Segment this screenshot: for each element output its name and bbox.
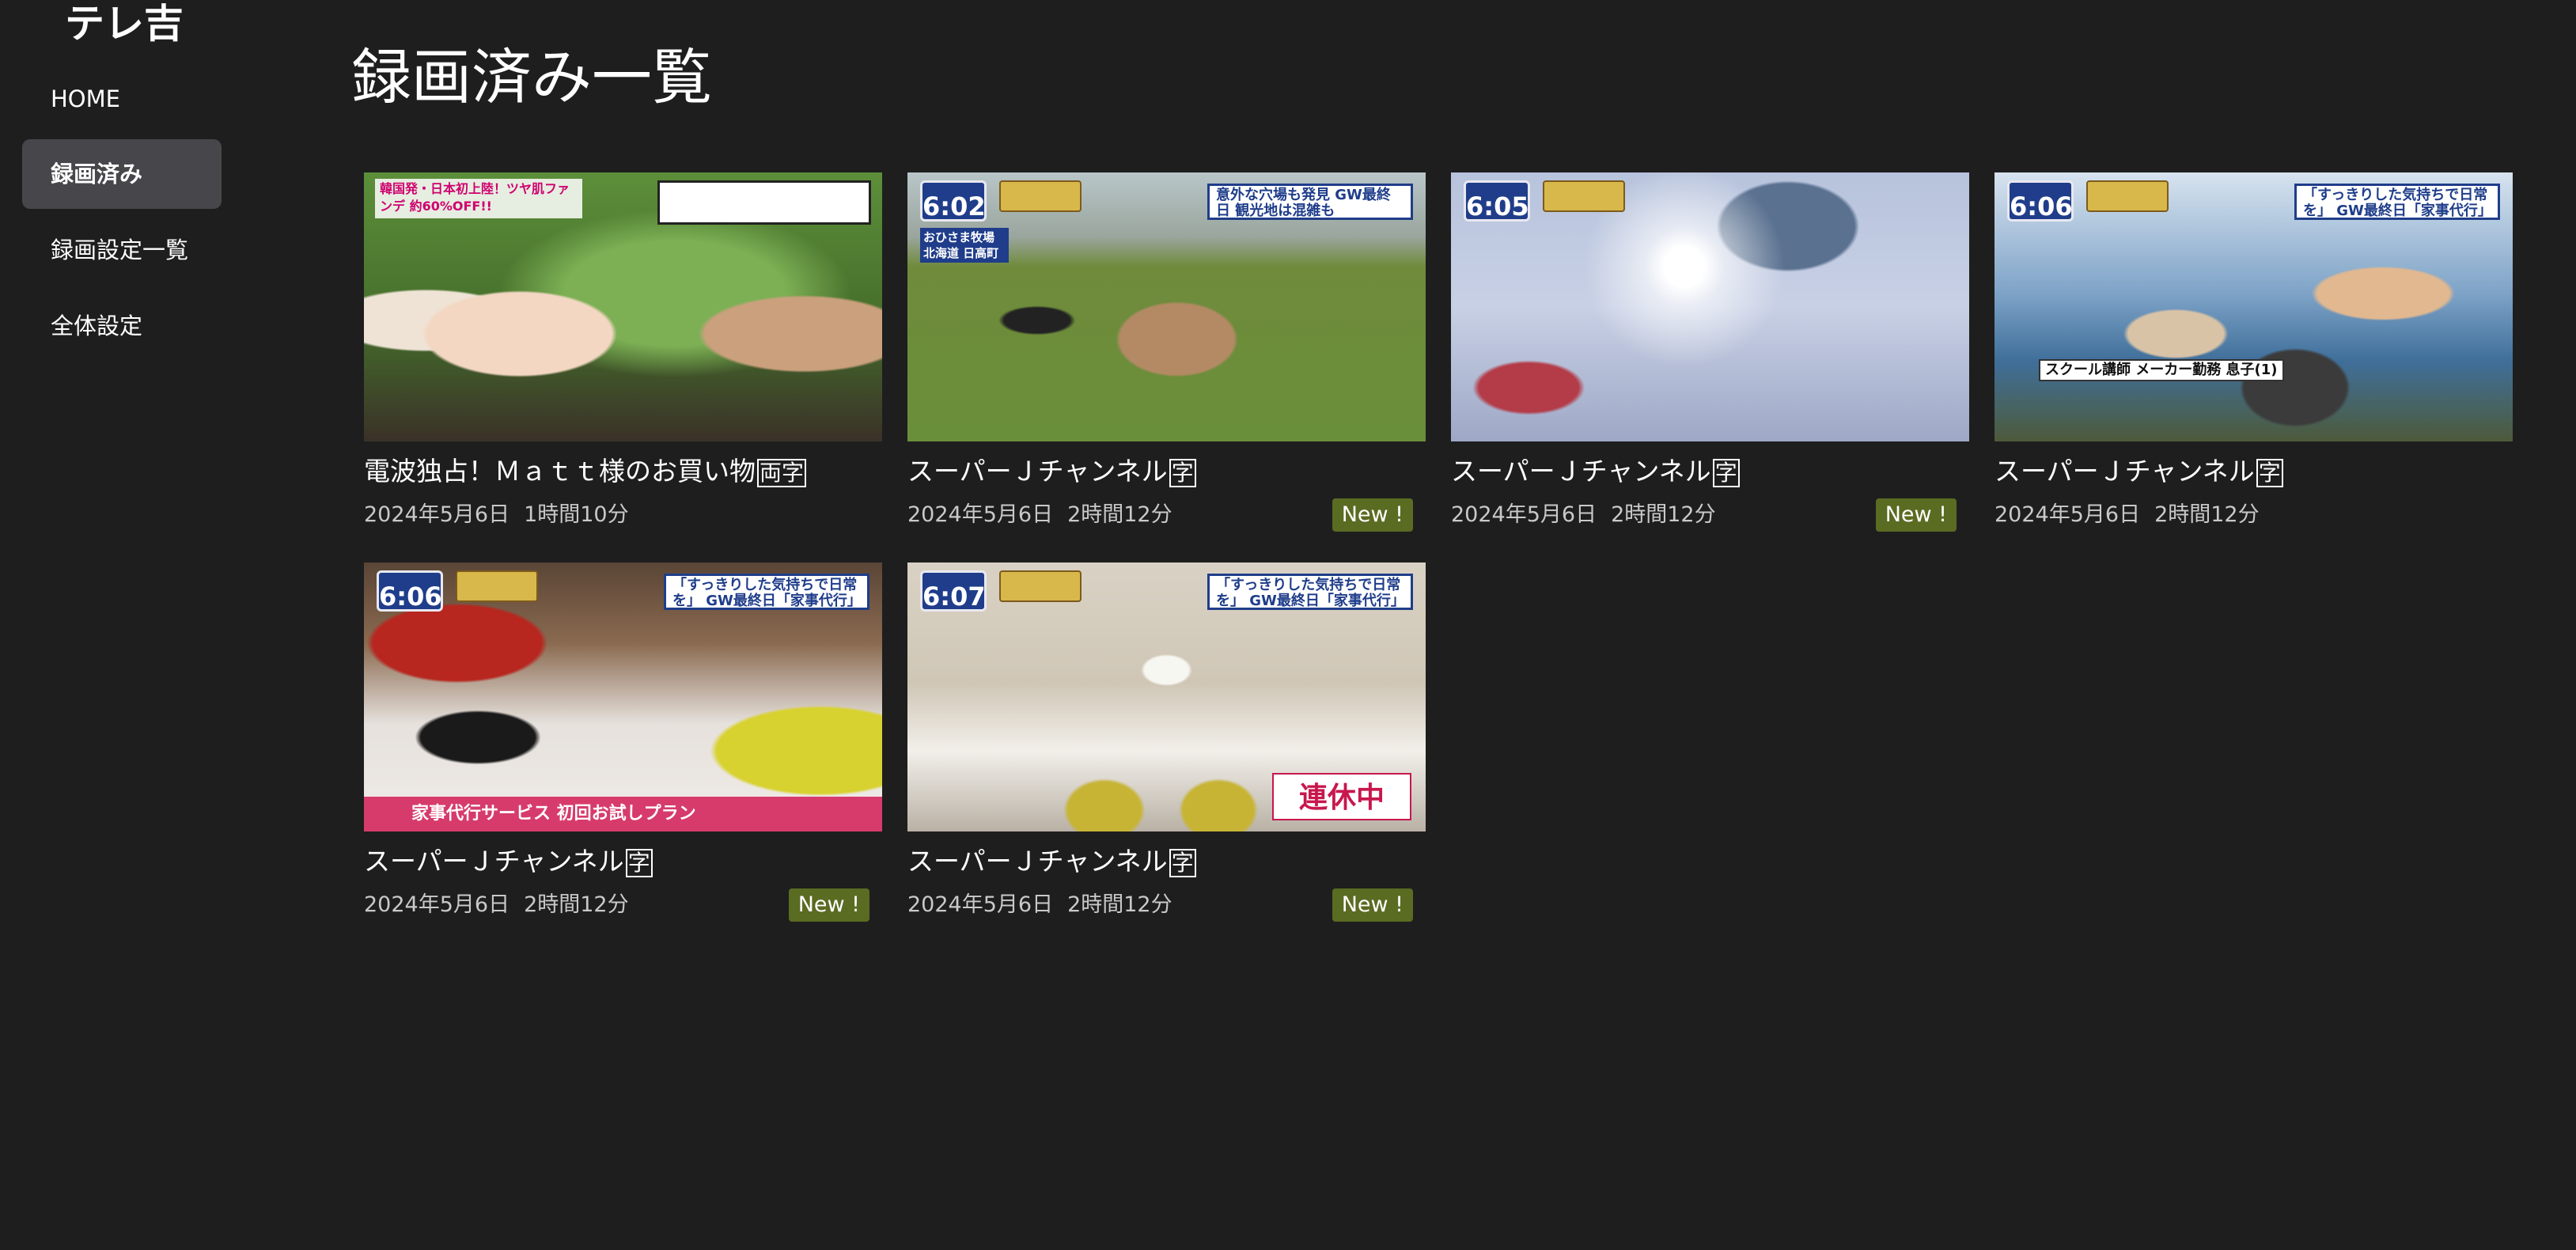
recording-duration: 2時間12分	[1067, 502, 1172, 527]
subtitle-mark: 字	[1712, 458, 1740, 487]
subtitle-mark: 字	[2256, 458, 2283, 487]
subtitle-mark: 字	[1169, 458, 1196, 487]
recording-date: 2024年5月6日	[1995, 502, 2141, 527]
page-title: 録画済み一覧	[351, 42, 712, 112]
news-caption: 「すっきりした気持ちで日常を」 GW最終日「家事代行」が人気	[1207, 574, 1413, 610]
recording-title[interactable]: スーパーＪチャンネル字	[364, 844, 653, 879]
recording-meta: 2024年5月6日 2時間12分	[1995, 500, 2260, 530]
broadcast-time-badge: 6:05	[1464, 180, 1530, 222]
thumbnail-labels: スクール講師 メーカー勤務 息子(1)	[2039, 359, 2284, 381]
recording-title-text: スーパーＪチャンネル	[907, 846, 1168, 877]
recording-date: 2024年5月6日	[364, 892, 510, 917]
recording-duration: 2時間12分	[524, 892, 629, 917]
recording-card[interactable]: 韓国発・日本初上陸！ツヤ肌ファンデ 約60%OFF!! 電波独占！Ｍａｔｔ様のお…	[364, 172, 882, 542]
sidebar-item-label: 全体設定	[51, 312, 143, 339]
recording-card[interactable]: 6:06 「すっきりした気持ちで日常を」 GW最終日「家事代行」が人気 家事代行…	[364, 562, 882, 932]
news-caption: 「すっきりした気持ちで日常を」 GW最終日「家事代行」が人気	[2294, 184, 2500, 220]
recording-date: 2024年5月6日	[907, 502, 1054, 527]
recording-meta: 2024年5月6日 2時間12分	[907, 500, 1172, 530]
recording-title[interactable]: スーパーＪチャンネル字	[1451, 454, 1740, 489]
recording-date: 2024年5月6日	[364, 502, 510, 527]
recording-date: 2024年5月6日	[907, 892, 1054, 917]
recording-card[interactable]: 6:06 「すっきりした気持ちで日常を」 GW最終日「家事代行」が人気 スクール…	[1995, 172, 2513, 542]
weather-badge	[999, 570, 1082, 602]
recording-thumbnail[interactable]: 6:05	[1451, 172, 1969, 441]
recording-thumbnail[interactable]: 6:07 「すっきりした気持ちで日常を」 GW最終日「家事代行」が人気 連休中	[907, 562, 1426, 831]
weather-badge	[456, 570, 538, 602]
recording-title-text: 電波独占！Ｍａｔｔ様のお買い物	[364, 456, 756, 487]
recording-thumbnail[interactable]: 6:02 意外な穴場も発見 GW最終日 観光地は混雑も おひさま牧場 北海道 日…	[907, 172, 1426, 441]
weather-badge	[1543, 180, 1625, 212]
recording-title-text: スーパーＪチャンネル	[1995, 456, 2255, 487]
recordings-grid: 韓国発・日本初上陸！ツヤ肌ファンデ 約60%OFF!! 電波独占！Ｍａｔｔ様のお…	[364, 172, 2524, 932]
sidebar-item-recorded[interactable]: 録画済み	[22, 139, 222, 209]
sidebar-item-recording-settings[interactable]: 録画設定一覧	[22, 215, 222, 285]
news-caption: 意外な穴場も発見 GW最終日 観光地は混雑も	[1207, 184, 1413, 220]
recording-meta: 2024年5月6日 2時間12分	[364, 890, 629, 920]
broadcast-time-badge: 6:06	[377, 570, 443, 612]
recording-thumbnail[interactable]: 6:06 「すっきりした気持ちで日常を」 GW最終日「家事代行」が人気 スクール…	[1995, 172, 2513, 441]
broadcast-time-badge: 6:07	[920, 570, 987, 612]
thumbnail-price-panel	[657, 180, 871, 225]
recording-card[interactable]: 6:07 「すっきりした気持ちで日常を」 GW最終日「家事代行」が人気 連休中 …	[907, 562, 1426, 932]
recording-card[interactable]: 6:05 スーパーＪチャンネル字 2024年5月6日 2時間12分 New !	[1451, 172, 1969, 542]
sidebar-item-label: 録画済み	[51, 161, 143, 188]
subtitle-mark: 字	[1169, 848, 1196, 877]
recording-thumbnail[interactable]: 韓国発・日本初上陸！ツヤ肌ファンデ 約60%OFF!!	[364, 172, 882, 441]
app-root: テレ吉 HOME 録画済み 録画設定一覧 全体設定 録画済み一覧 韓国発・日本初…	[0, 0, 2576, 1250]
sidebar: テレ吉 HOME 録画済み 録画設定一覧 全体設定	[0, 0, 237, 1250]
sidebar-item-home[interactable]: HOME	[22, 64, 222, 134]
recording-duration: 2時間12分	[1067, 892, 1172, 917]
recording-meta: 2024年5月6日 1時間10分	[364, 500, 629, 530]
recording-date: 2024年5月6日	[1451, 502, 1597, 527]
recording-title[interactable]: スーパーＪチャンネル字	[1995, 454, 2283, 489]
new-badge: New !	[788, 888, 869, 922]
weather-badge	[2086, 180, 2169, 212]
new-badge: New !	[1875, 498, 1957, 532]
recording-title[interactable]: スーパーＪチャンネル字	[907, 844, 1196, 879]
recording-title-text: スーパーＪチャンネル	[907, 456, 1168, 487]
recording-title-text: スーパーＪチャンネル	[1451, 456, 1711, 487]
broadcast-time-badge: 6:02	[920, 180, 987, 222]
thumbnail-lower-banner: 家事代行サービス 初回お試しプラン	[364, 797, 882, 831]
sidebar-item-label: 録画設定一覧	[51, 237, 189, 263]
sidebar-item-label: HOME	[51, 85, 120, 112]
new-badge: New !	[1332, 888, 1413, 922]
recording-thumbnail[interactable]: 6:06 「すっきりした気持ちで日常を」 GW最終日「家事代行」が人気 家事代行…	[364, 562, 882, 831]
weather-badge	[999, 180, 1082, 212]
recording-card[interactable]: 6:02 意外な穴場も発見 GW最終日 観光地は混雑も おひさま牧場 北海道 日…	[907, 172, 1426, 542]
recording-duration: 2時間12分	[1611, 502, 1716, 527]
subtitle-mark: 字	[625, 848, 653, 877]
thumbnail-holiday-label: 連休中	[1272, 773, 1411, 820]
new-badge: New !	[1332, 498, 1413, 532]
recording-title[interactable]: スーパーＪチャンネル字	[907, 454, 1196, 489]
broadcast-time-badge: 6:06	[2007, 180, 2074, 222]
recording-duration: 1時間10分	[524, 502, 629, 527]
recording-duration: 2時間12分	[2154, 502, 2260, 527]
sidebar-item-general-settings[interactable]: 全体設定	[22, 291, 222, 361]
subtitle-mark: 両字	[757, 458, 807, 487]
app-logo: テレ吉	[65, 1, 184, 47]
thumbnail-location: おひさま牧場 北海道 日高町	[920, 228, 1009, 263]
recording-title-text: スーパーＪチャンネル	[364, 846, 624, 877]
recording-meta: 2024年5月6日 2時間12分	[907, 890, 1172, 920]
recording-meta: 2024年5月6日 2時間12分	[1451, 500, 1716, 530]
thumbnail-banner: 韓国発・日本初上陸！ツヤ肌ファンデ 約60%OFF!!	[375, 179, 582, 218]
recording-title[interactable]: 電波独占！Ｍａｔｔ様のお買い物 両字	[364, 454, 807, 489]
news-caption: 「すっきりした気持ちで日常を」 GW最終日「家事代行」が人気	[664, 574, 869, 610]
